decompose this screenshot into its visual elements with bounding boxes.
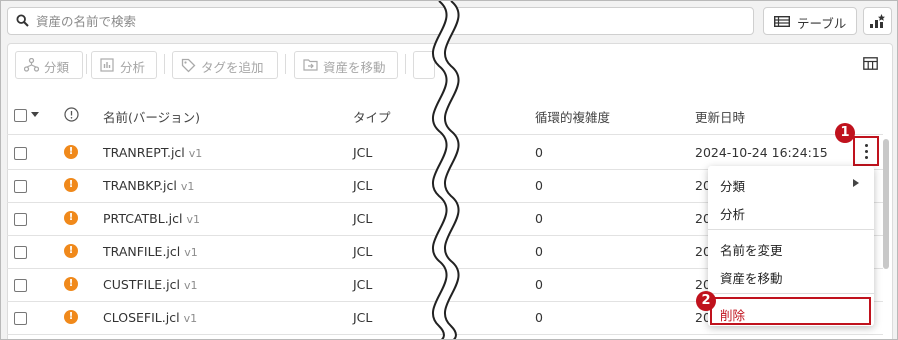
- select-all-checkbox[interactable]: [14, 109, 27, 122]
- asset-name-cell[interactable]: TRANREPT.jcl v1: [103, 145, 202, 160]
- asset-version: v1: [183, 312, 198, 325]
- warning-icon: !: [64, 145, 78, 159]
- warning-icon: !: [64, 178, 78, 192]
- column-settings-icon[interactable]: [863, 57, 878, 70]
- search-icon: [16, 14, 29, 27]
- info-circle-icon: [64, 107, 79, 122]
- warning-icon: !: [64, 244, 78, 258]
- column-header-complexity[interactable]: 循環的複雑度: [535, 107, 610, 126]
- menu-item-delete[interactable]: 削除: [720, 305, 745, 324]
- asset-list-window: テーブル 分類 分析 タグを: [0, 0, 898, 340]
- hierarchy-icon: [24, 58, 39, 72]
- sort-bars-icon: [870, 14, 885, 28]
- asset-complexity: 0: [535, 277, 543, 292]
- warning-icon: !: [64, 211, 78, 225]
- asset-type: JCL: [353, 145, 373, 160]
- row-checkbox[interactable]: [14, 279, 27, 292]
- asset-name[interactable]: CLOSEFIL.jcl: [103, 310, 180, 325]
- tag-icon: [181, 58, 196, 73]
- asset-name-cell[interactable]: CLOSEFIL.jcl v1: [103, 310, 197, 325]
- asset-complexity: 0: [535, 310, 543, 325]
- scrollbar-thumb[interactable]: [883, 139, 889, 269]
- table-view-label: テーブル: [797, 16, 847, 31]
- analyze-button[interactable]: 分析: [91, 51, 157, 79]
- asset-name[interactable]: TRANBKP.jcl: [103, 178, 177, 193]
- asset-type: JCL: [353, 310, 373, 325]
- column-header-name[interactable]: 名前(バージョン): [103, 107, 200, 126]
- table-view-button[interactable]: テーブル: [763, 7, 857, 35]
- asset-type: JCL: [353, 211, 373, 226]
- asset-version: v1: [186, 213, 201, 226]
- warning-icon: !: [64, 277, 78, 291]
- asset-complexity: 0: [535, 145, 543, 160]
- chevron-right-icon: [853, 179, 859, 187]
- move-asset-button[interactable]: 資産を移動: [294, 51, 398, 79]
- move-asset-label: 資産を移動: [323, 60, 386, 75]
- torn-edge-divider: [431, 1, 460, 339]
- row-checkbox[interactable]: [14, 213, 27, 226]
- menu-divider: [708, 293, 874, 294]
- add-tag-label: タグを追加: [201, 60, 264, 75]
- row-checkbox[interactable]: [14, 147, 27, 160]
- column-header-type[interactable]: タイプ: [353, 107, 391, 126]
- row-checkbox[interactable]: [14, 246, 27, 259]
- row-checkbox[interactable]: [14, 312, 27, 325]
- callout-badge-1: 1: [835, 123, 855, 143]
- analyze-label: 分析: [120, 60, 146, 75]
- asset-name-cell[interactable]: TRANFILE.jcl v1: [103, 244, 198, 259]
- asset-type: JCL: [353, 244, 373, 259]
- asset-version: v1: [180, 180, 195, 193]
- toolbar-divider: [285, 54, 286, 74]
- callout-badge-2: 2: [696, 291, 716, 311]
- asset-name-cell[interactable]: TRANBKP.jcl v1: [103, 178, 194, 193]
- asset-complexity: 0: [535, 244, 543, 259]
- menu-divider: [708, 229, 874, 230]
- row-checkbox[interactable]: [14, 180, 27, 193]
- asset-name[interactable]: PRTCATBL.jcl: [103, 211, 183, 226]
- asset-name-cell[interactable]: CUSTFILE.jcl v1: [103, 277, 198, 292]
- asset-version: v1: [183, 279, 198, 292]
- row-actions-button[interactable]: [853, 136, 879, 166]
- categorize-button[interactable]: 分類: [15, 51, 83, 79]
- asset-complexity: 0: [535, 211, 543, 226]
- asset-name[interactable]: CUSTFILE.jcl: [103, 277, 180, 292]
- asset-version: v1: [188, 147, 203, 160]
- caret-down-icon[interactable]: [31, 112, 39, 118]
- asset-updated: 2024-10-24 16:24:15: [695, 145, 828, 160]
- toolbar-divider: [164, 54, 165, 74]
- search-input[interactable]: [36, 11, 736, 31]
- sort-button[interactable]: [863, 7, 892, 35]
- search-box[interactable]: [7, 7, 754, 35]
- warning-icon: !: [64, 310, 78, 324]
- menu-item-rename[interactable]: 名前を変更: [720, 240, 783, 259]
- asset-version: v1: [184, 246, 198, 259]
- categorize-label: 分類: [44, 60, 70, 75]
- table-icon: [774, 16, 790, 27]
- toolbar-divider: [405, 54, 406, 74]
- asset-name-cell[interactable]: PRTCATBL.jcl v1: [103, 211, 200, 226]
- asset-complexity: 0: [535, 178, 543, 193]
- asset-type: JCL: [353, 178, 373, 193]
- column-header-updated[interactable]: 更新日時: [695, 107, 745, 126]
- menu-item-categorize[interactable]: 分類: [720, 176, 745, 195]
- menu-item-move[interactable]: 資産を移動: [720, 268, 783, 287]
- folder-move-icon: [303, 59, 318, 71]
- bar-chart-icon: [100, 58, 114, 72]
- menu-item-analyze[interactable]: 分析: [720, 204, 745, 223]
- asset-type: JCL: [353, 277, 373, 292]
- row-context-menu: 分類 分析 名前を変更 資産を移動 削除: [708, 166, 874, 326]
- toolbar-divider: [86, 54, 87, 74]
- asset-name[interactable]: TRANREPT.jcl: [103, 145, 185, 160]
- asset-name[interactable]: TRANFILE.jcl: [103, 244, 180, 259]
- add-tag-button[interactable]: タグを追加: [172, 51, 278, 79]
